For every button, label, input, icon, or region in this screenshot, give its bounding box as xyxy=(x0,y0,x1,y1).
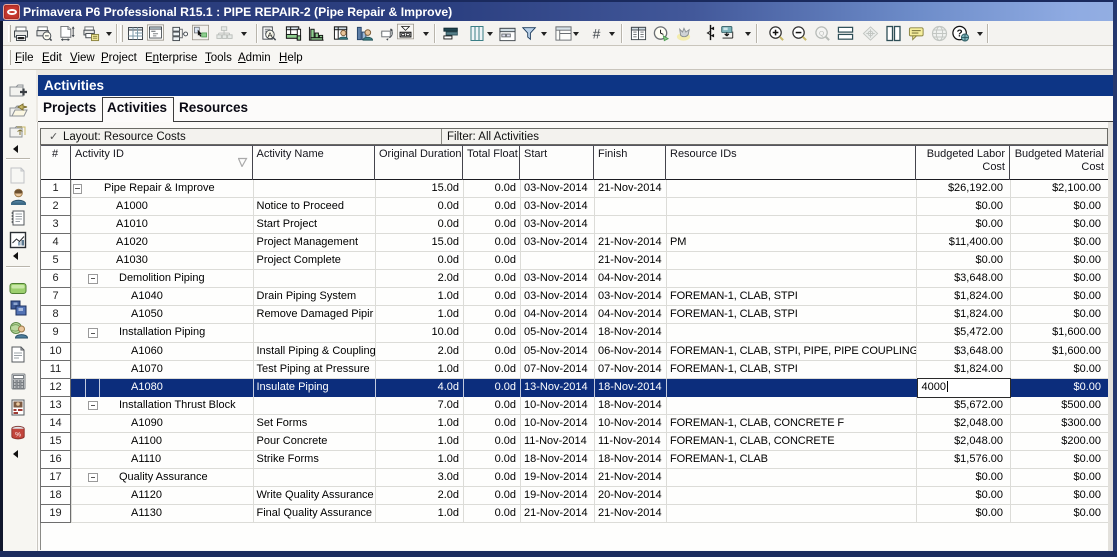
svg-text:%: % xyxy=(15,431,21,438)
svg-text:#: # xyxy=(593,26,601,42)
svg-text:Q: Q xyxy=(819,30,824,37)
